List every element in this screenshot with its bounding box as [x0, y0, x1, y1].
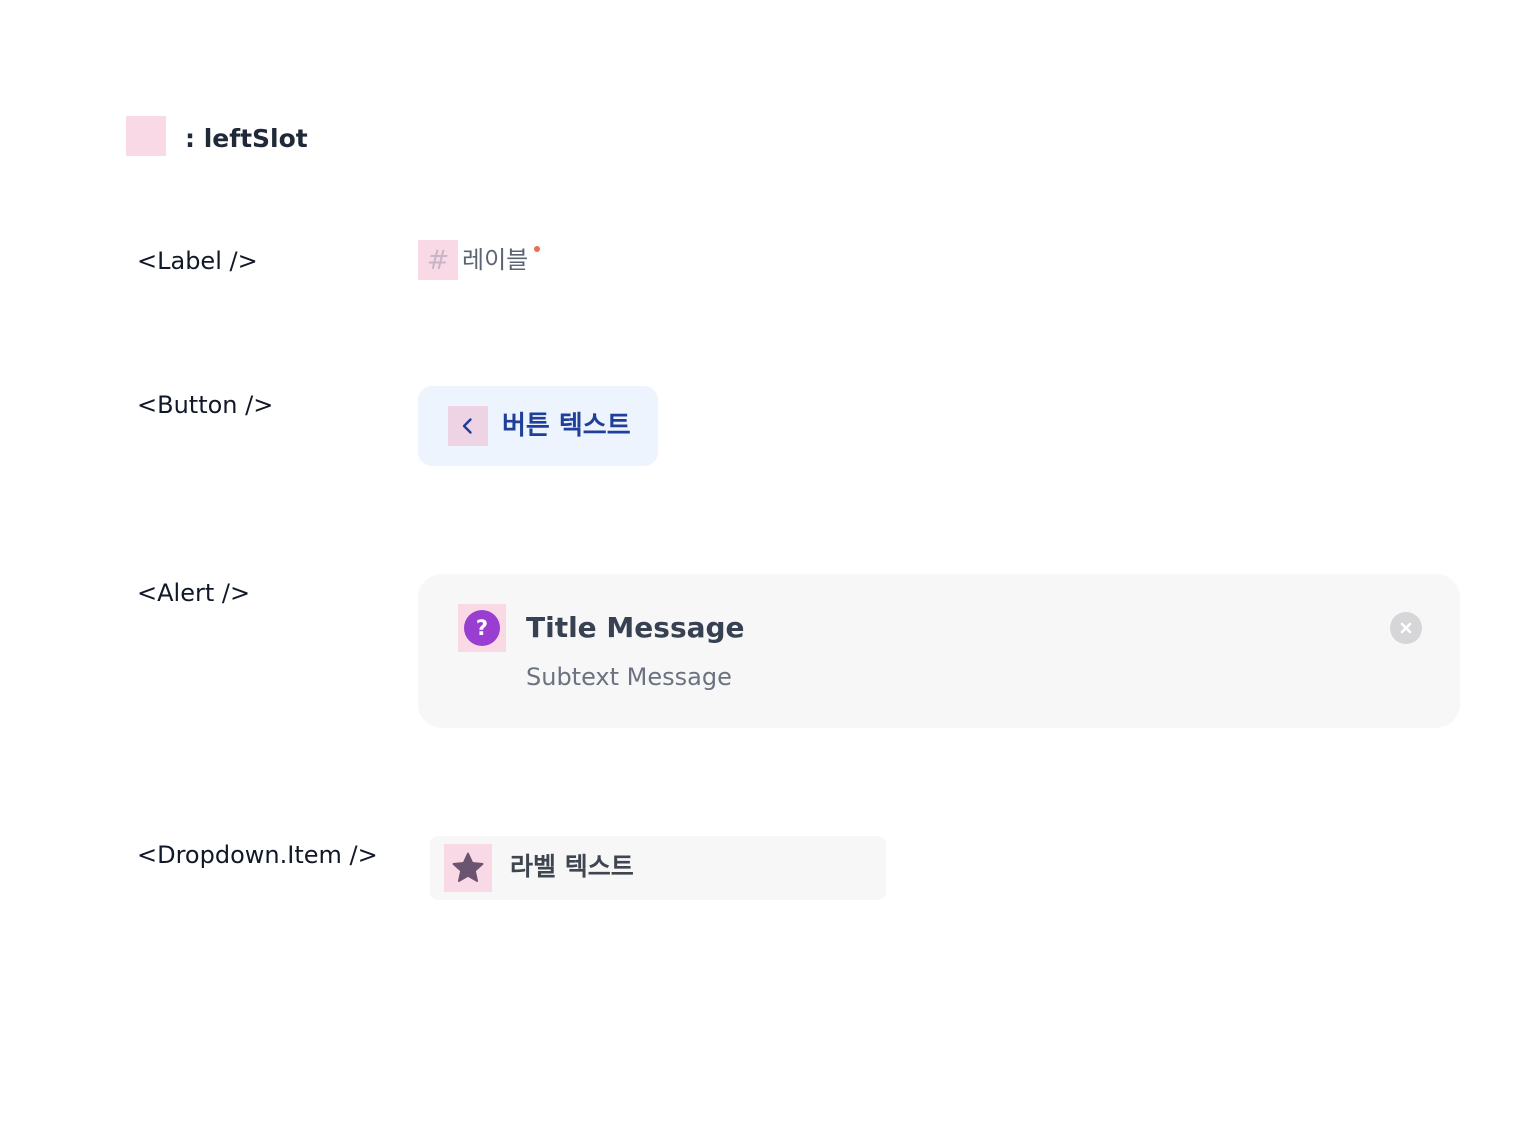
alert-box: [418, 574, 1460, 728]
dropdown-item-left-slot: [444, 844, 492, 892]
star-icon: [452, 852, 484, 882]
hash-icon: #: [426, 244, 450, 276]
label-component-name: <Label />: [137, 247, 258, 275]
alert-left-slot: ?: [458, 604, 506, 652]
alert-subtext: Subtext Message: [526, 663, 732, 691]
leftslot-legend-swatch: [126, 116, 166, 156]
dropdown-item-label[interactable]: 라벨 텍스트: [510, 850, 634, 884]
dropdown-item[interactable]: [430, 836, 886, 900]
question-circle-icon: ?: [464, 610, 500, 646]
label-text: 레이블: [462, 246, 529, 274]
alert-component-name: <Alert />: [137, 579, 251, 607]
button-left-slot: [448, 406, 488, 446]
alert-title: Title Message: [526, 611, 745, 644]
alert-close-button[interactable]: [1390, 612, 1422, 644]
close-icon: [1400, 622, 1412, 634]
required-indicator: [534, 246, 540, 252]
label-left-slot: #: [418, 240, 458, 280]
button-label[interactable]: 버튼 텍스트: [502, 408, 631, 444]
button-component-name: <Button />: [137, 391, 274, 419]
chevron-left-icon: [462, 418, 472, 434]
leftslot-legend-text: : leftSlot: [185, 124, 308, 153]
dropdown-item-component-name: <Dropdown.Item />: [137, 841, 378, 869]
